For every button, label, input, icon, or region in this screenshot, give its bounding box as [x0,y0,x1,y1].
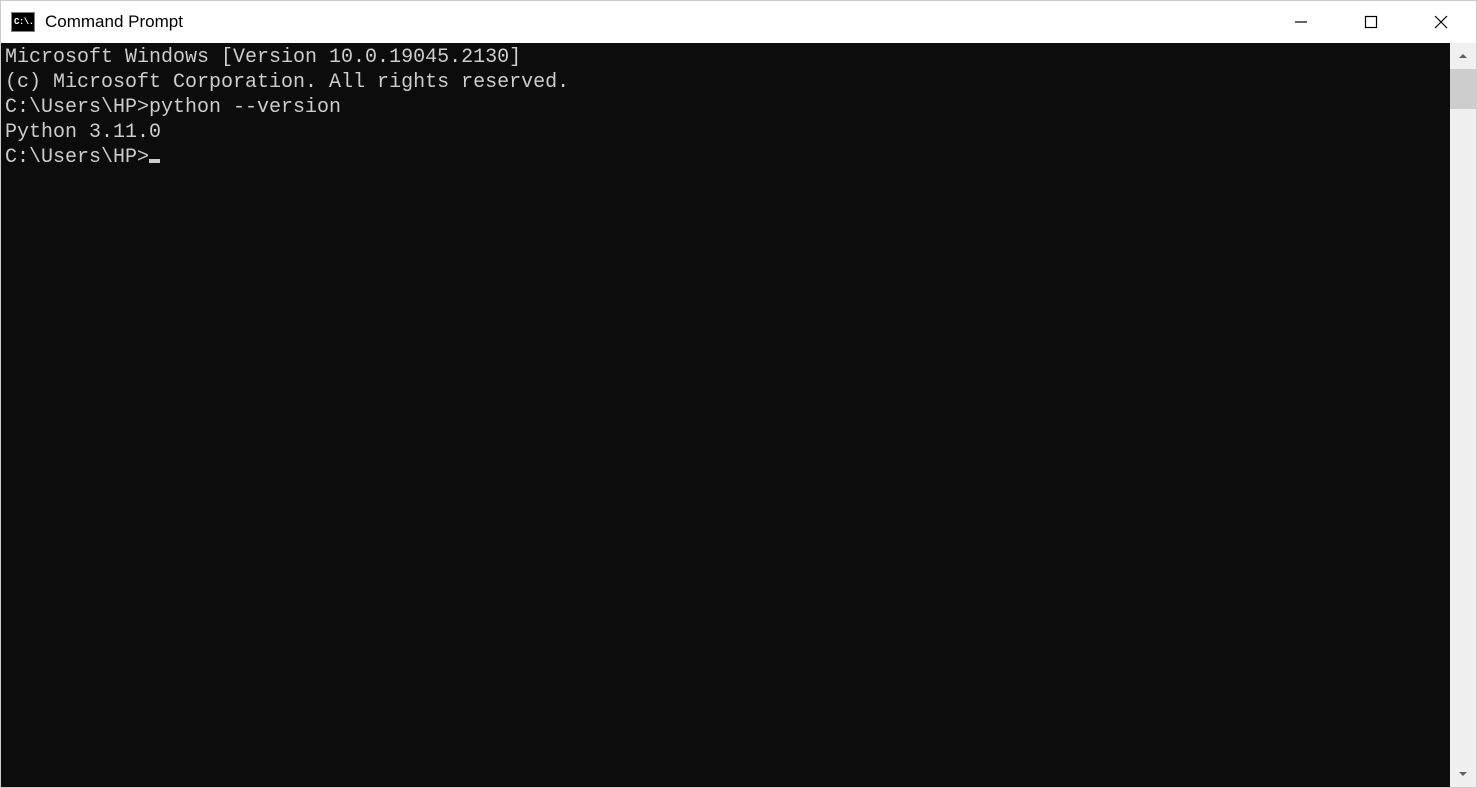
terminal-line: C:\Users\HP>python --version [5,95,1446,120]
cursor-icon [149,159,160,163]
prompt-text: C:\Users\HP> [5,96,149,119]
command-text: python --version [149,96,341,119]
terminal-line: Microsoft Windows [Version 10.0.19045.21… [5,45,1446,70]
terminal-line: (c) Microsoft Corporation. All rights re… [5,70,1446,95]
chevron-up-icon [1457,50,1469,62]
cmd-icon: C:\. [11,12,35,32]
terminal-area: Microsoft Windows [Version 10.0.19045.21… [1,43,1476,787]
close-button[interactable] [1406,1,1476,43]
terminal-line: C:\Users\HP> [5,145,1446,170]
chevron-down-icon [1457,768,1469,780]
scroll-thumb[interactable] [1450,69,1476,109]
command-prompt-window: C:\. Command Prompt Microsoft Windo [0,0,1477,788]
scroll-up-button[interactable] [1450,43,1476,69]
window-title: Command Prompt [45,12,1266,32]
terminal-content[interactable]: Microsoft Windows [Version 10.0.19045.21… [1,43,1450,787]
window-controls [1266,1,1476,43]
minimize-icon [1294,15,1308,29]
titlebar[interactable]: C:\. Command Prompt [1,1,1476,43]
maximize-button[interactable] [1336,1,1406,43]
terminal-line: Python 3.11.0 [5,120,1446,145]
close-icon [1433,14,1449,30]
maximize-icon [1364,15,1378,29]
scroll-down-button[interactable] [1450,761,1476,787]
minimize-button[interactable] [1266,1,1336,43]
prompt-text: C:\Users\HP> [5,146,149,169]
vertical-scrollbar[interactable] [1450,43,1476,787]
scroll-track[interactable] [1450,69,1476,761]
